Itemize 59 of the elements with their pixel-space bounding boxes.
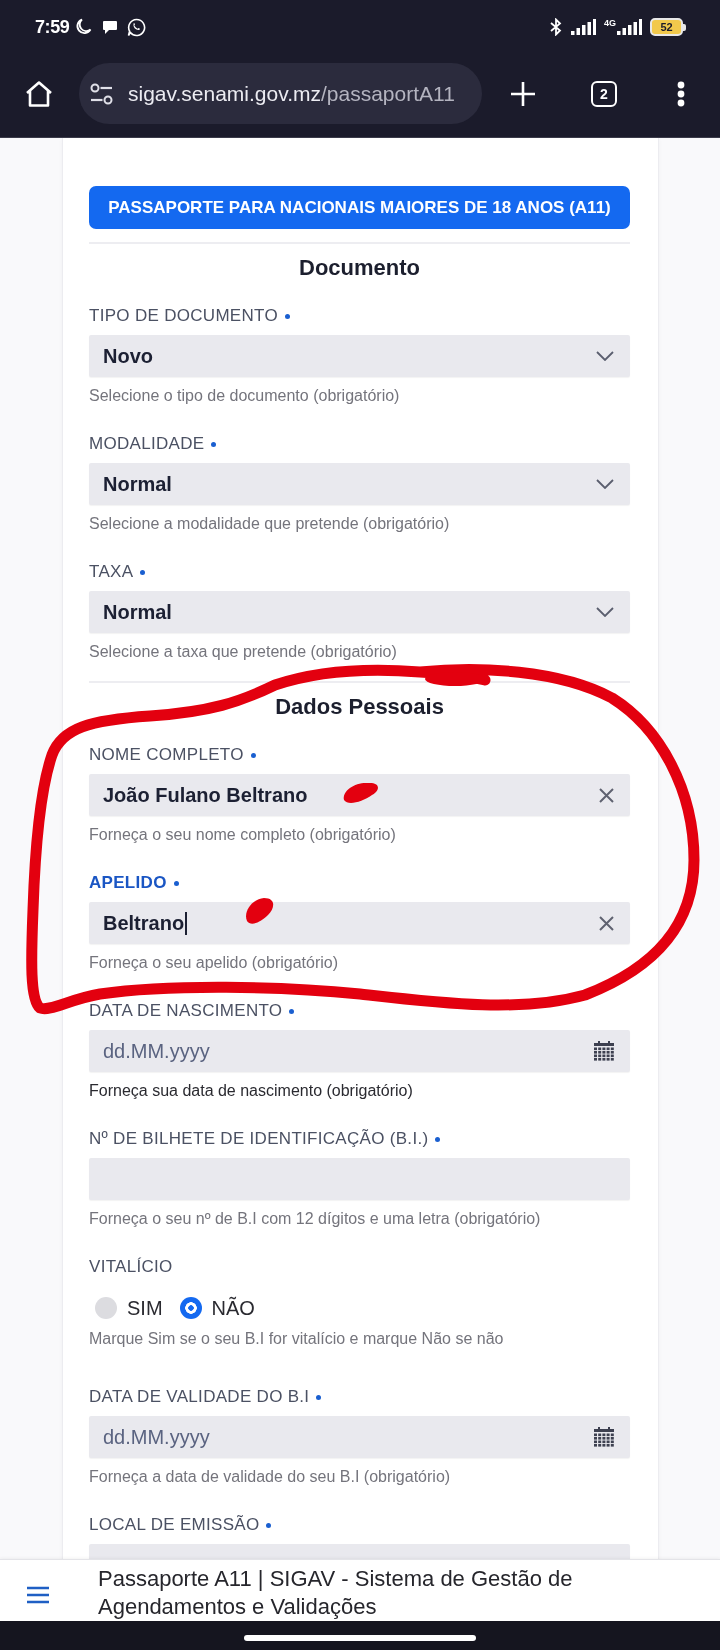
tab-switcher-button[interactable]: 2 xyxy=(591,80,617,107)
radio-button[interactable] xyxy=(95,1297,117,1319)
clear-icon[interactable] xyxy=(599,787,614,803)
radio-label[interactable]: SIM xyxy=(127,1296,163,1320)
field-label: VITALÍCIO xyxy=(89,1256,173,1278)
help-text: Forneça a data de validade do seu B.I (obrigatório) xyxy=(89,1467,451,1487)
field-label: TAXA xyxy=(89,561,134,583)
signal-icon xyxy=(617,19,642,35)
date-input[interactable]: dd.MM.yyyy xyxy=(89,1030,630,1072)
signal-icon xyxy=(571,19,596,35)
dropdown-select[interactable]: Novo xyxy=(89,335,630,377)
site-settings-icon[interactable] xyxy=(90,82,113,105)
bluetooth-icon xyxy=(549,18,563,36)
dropdown-select[interactable]: Normal xyxy=(89,463,630,505)
form-title-banner: PASSAPORTE PARA NACIONAIS MAIORES DE 18 ANOS (A11) xyxy=(89,186,630,229)
text-input[interactable]: Beltrano xyxy=(89,902,630,944)
home-icon[interactable] xyxy=(25,79,53,108)
help-text: Forneça sua data de nascimento (obrigatório) xyxy=(89,1081,413,1101)
help-text: Forneça o seu nº de B.I com 12 dígitos e uma letra (obrigatório) xyxy=(89,1209,541,1229)
field-label: APELIDO xyxy=(89,872,167,894)
text-input[interactable]: João Fulano Beltrano xyxy=(89,774,630,816)
help-text: Marque Sim se o seu B.I for vitalício e marque Não se não xyxy=(89,1329,504,1349)
help-text: Forneça o seu nome completo (obrigatório) xyxy=(89,825,396,845)
page-title: Passaporte A11 | SIGAV - Sistema de Gestão de Agendamentos e Validações xyxy=(98,1565,574,1621)
dropdown-select[interactable]: Normal xyxy=(89,591,630,633)
chat-bubble-icon xyxy=(102,19,119,35)
section-title: Dados Pessoais xyxy=(275,693,444,721)
phone-bubble-icon xyxy=(127,17,147,37)
field-label: DATA DE VALIDADE DO B.I xyxy=(89,1386,310,1408)
radio-label[interactable]: NÃO xyxy=(211,1296,255,1320)
chevron-down-icon xyxy=(596,351,614,361)
chevron-down-icon xyxy=(596,479,614,489)
network-type: 4G xyxy=(604,19,616,28)
help-text: Forneça o seu apelido (obrigatório) xyxy=(89,953,339,973)
help-text: Selecione a modalidade que pretende (obrigatório) xyxy=(89,514,450,534)
field-label: LOCAL DE EMISSÃO xyxy=(89,1514,260,1536)
plus-icon[interactable] xyxy=(510,80,536,107)
moon-icon xyxy=(75,18,94,36)
ink-mark xyxy=(246,898,274,924)
section-title: Documento xyxy=(299,254,420,282)
calendar-icon[interactable] xyxy=(594,1041,614,1061)
field-label: NOME COMPLETO xyxy=(89,744,244,766)
radio-button[interactable] xyxy=(179,1297,202,1319)
help-text: Selecione o tipo de documento (obrigatório) xyxy=(89,386,400,406)
status-time: 7:59 xyxy=(35,16,70,38)
help-text: Selecione a taxa que pretende (obrigatório) xyxy=(89,642,397,662)
calendar-icon[interactable] xyxy=(594,1427,614,1447)
battery-icon: 52 xyxy=(650,18,686,36)
field-label: TIPO DE DOCUMENTO xyxy=(89,305,278,327)
chevron-down-icon xyxy=(596,607,614,617)
address-bar[interactable]: sigav.senami.gov.mz/passaportA11 xyxy=(79,63,482,124)
field-label: DATA DE NASCIMENTO xyxy=(89,1000,283,1022)
more-vertical-icon[interactable] xyxy=(677,80,685,107)
field-label: MODALIDADE xyxy=(89,433,205,455)
date-input[interactable]: dd.MM.yyyy xyxy=(89,1416,630,1458)
ink-mark xyxy=(343,782,378,803)
menu-icon[interactable] xyxy=(27,1586,49,1604)
field-label: Nº DE BILHETE DE IDENTIFICAÇÃO (B.I.) xyxy=(89,1128,429,1150)
clear-icon[interactable] xyxy=(599,915,614,931)
